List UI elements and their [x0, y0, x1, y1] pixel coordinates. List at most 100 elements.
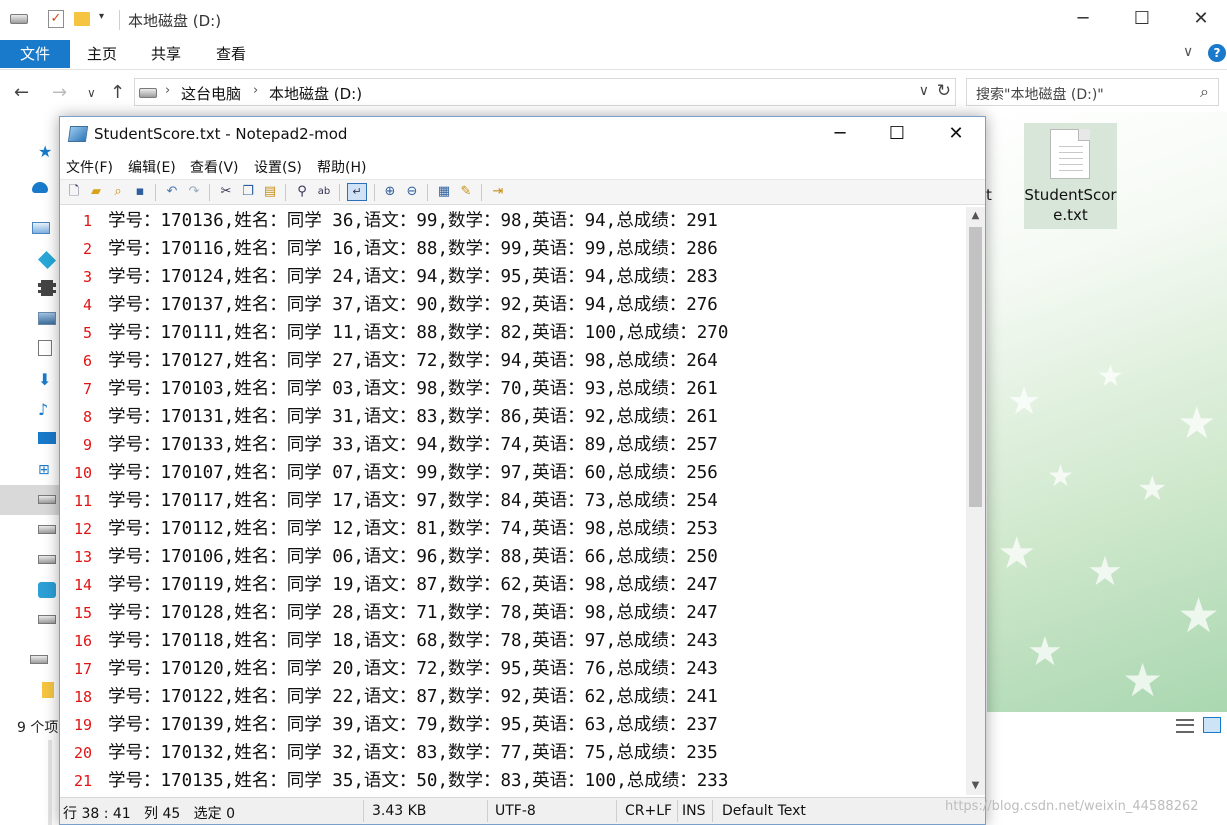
- breadcrumb-this-pc[interactable]: 这台电脑: [181, 83, 241, 104]
- close-button[interactable]: ✕: [927, 117, 985, 151]
- customize-quick-access-icon[interactable]: ▾: [99, 11, 104, 22]
- drive-icon[interactable]: [38, 615, 56, 624]
- text-line[interactable]: 学号：170132,姓名：同学 32,语文：83,数学：77,英语：75,总成绩…: [108, 739, 718, 767]
- refresh-icon[interactable]: ↻: [937, 81, 951, 101]
- notepad-app-icon[interactable]: [67, 126, 89, 142]
- zoom-out-icon[interactable]: ⊖: [404, 184, 420, 200]
- search-input[interactable]: 搜索"本地磁盘 (D:)": [976, 84, 1104, 104]
- music-icon[interactable]: ♪: [38, 400, 56, 419]
- text-line[interactable]: 学号：170136,姓名：同学 36,语文：99,数学：98,英语：94,总成绩…: [108, 207, 718, 235]
- copy-icon[interactable]: ❐: [240, 184, 256, 200]
- encoding[interactable]: UTF-8: [495, 803, 536, 819]
- zoom-in-icon[interactable]: ⊕: [382, 184, 398, 200]
- pictures-icon[interactable]: [38, 312, 56, 325]
- new-folder-icon[interactable]: [74, 12, 90, 26]
- address-dropdown-icon[interactable]: ∨: [919, 83, 929, 99]
- text-line[interactable]: 学号：170112,姓名：同学 12,语文：81,数学：74,英语：98,总成绩…: [108, 515, 718, 543]
- find-icon[interactable]: ⚲: [294, 184, 310, 200]
- text-line[interactable]: 学号：170116,姓名：同学 16,语文：88,数学：99,英语：99,总成绩…: [108, 235, 718, 263]
- videos-icon[interactable]: [38, 280, 56, 296]
- menu-file[interactable]: 文件(F): [66, 157, 113, 177]
- back-icon[interactable]: ←: [14, 82, 29, 103]
- breadcrumb-drive[interactable]: 本地磁盘 (D:): [269, 83, 362, 104]
- text-line[interactable]: 学号：170139,姓名：同学 39,语文：79,数学：95,英语：63,总成绩…: [108, 711, 718, 739]
- quick-access-star-icon[interactable]: ★: [38, 142, 56, 161]
- open-file-icon[interactable]: ▰: [88, 184, 104, 200]
- scroll-up-icon[interactable]: ▲: [966, 207, 985, 225]
- file-item-studentscore[interactable]: StudentScore.txt: [1024, 123, 1117, 229]
- text-line[interactable]: 学号：170106,姓名：同学 06,语文：96,数学：88,英语：66,总成绩…: [108, 543, 718, 571]
- syntax-scheme[interactable]: Default Text: [722, 803, 806, 819]
- text-line[interactable]: 学号：170118,姓名：同学 18,语文：68,数学：78,英语：97,总成绩…: [108, 627, 718, 655]
- scroll-down-icon[interactable]: ▼: [966, 777, 985, 795]
- line-endings[interactable]: CR+LF: [625, 803, 672, 819]
- address-bar[interactable]: › 这台电脑 › 本地磁盘 (D:) ∨ ↻: [134, 78, 956, 106]
- text-line[interactable]: 学号：170120,姓名：同学 20,语文：72,数学：95,英语：76,总成绩…: [108, 655, 718, 683]
- text-line[interactable]: 学号：170107,姓名：同学 07,语文：99,数学：97,英语：60,总成绩…: [108, 459, 718, 487]
- minimize-button[interactable]: ─: [1053, 0, 1113, 38]
- text-line[interactable]: 学号：170111,姓名：同学 11,语文：88,数学：82,英语：100,总成…: [108, 319, 728, 347]
- drive-icon[interactable]: [38, 525, 56, 534]
- up-icon[interactable]: ↑: [110, 82, 125, 103]
- drive-icon[interactable]: [38, 555, 56, 564]
- text-line[interactable]: 学号：170127,姓名：同学 27,语文：72,数学：94,英语：98,总成绩…: [108, 347, 718, 375]
- help-icon[interactable]: ?: [1208, 44, 1226, 62]
- menu-help[interactable]: 帮助(H): [317, 157, 366, 177]
- exit-icon[interactable]: ⇥: [490, 184, 506, 200]
- scheme-icon[interactable]: ▦: [436, 184, 452, 200]
- tab-share[interactable]: 共享: [151, 40, 181, 68]
- notepad-titlebar[interactable]: StudentScore.txt - Notepad2-mod ─ ☐ ✕: [60, 117, 985, 151]
- this-pc-icon[interactable]: [32, 222, 50, 234]
- drive-icon[interactable]: [38, 495, 56, 504]
- cut-icon[interactable]: ✂: [218, 184, 234, 200]
- details-view-icon[interactable]: [1176, 719, 1194, 733]
- text-line[interactable]: 学号：170135,姓名：同学 35,语文：50,数学：83,英语：100,总成…: [108, 767, 728, 795]
- text-line[interactable]: 学号：170103,姓名：同学 03,语文：98,数学：70,英语：93,总成绩…: [108, 375, 718, 403]
- text-line[interactable]: 学号：170124,姓名：同学 24,语文：94,数学：95,英语：94,总成绩…: [108, 263, 718, 291]
- text-line[interactable]: 学号：170117,姓名：同学 17,语文：97,数学：84,英语：73,总成绩…: [108, 487, 718, 515]
- desktop-icon[interactable]: [38, 432, 56, 444]
- tab-file[interactable]: 文件: [0, 40, 70, 68]
- insert-mode[interactable]: INS: [682, 803, 706, 819]
- customize-schemes-icon[interactable]: ✎: [458, 184, 474, 200]
- breadcrumb-chevron-icon[interactable]: ›: [253, 83, 258, 98]
- text-editor[interactable]: 1 2 3 4 5 6 7 8 9 10 11 12 13 14 15 16 17 18 19 20 21 学号：170…: [60, 207, 966, 795]
- replace-icon[interactable]: ab: [316, 184, 332, 200]
- vertical-scrollbar[interactable]: ▲ ▼: [966, 207, 985, 795]
- recent-locations-icon[interactable]: ∨: [87, 86, 96, 100]
- text-line[interactable]: 学号：170119,姓名：同学 19,语文：87,数学：62,英语：98,总成绩…: [108, 571, 718, 599]
- 3d-objects-icon[interactable]: [37, 250, 57, 270]
- minimize-button[interactable]: ─: [811, 117, 869, 151]
- large-icons-view-icon[interactable]: [1203, 717, 1221, 733]
- scrollbar-thumb[interactable]: [969, 227, 982, 507]
- menu-view[interactable]: 查看(V): [190, 157, 239, 177]
- tab-home[interactable]: 主页: [87, 40, 117, 68]
- breadcrumb-chevron-icon[interactable]: ›: [165, 83, 170, 98]
- properties-icon[interactable]: ✓: [48, 10, 64, 28]
- text-line[interactable]: 学号：170131,姓名：同学 31,语文：83,数学：86,英语：92,总成绩…: [108, 403, 718, 431]
- dvd-drive-icon[interactable]: [38, 582, 56, 598]
- menu-settings[interactable]: 设置(S): [254, 157, 302, 177]
- network-drive-icon[interactable]: [30, 655, 48, 664]
- tab-view[interactable]: 查看: [216, 40, 246, 68]
- search-box[interactable]: 搜索"本地磁盘 (D:)" ⌕: [966, 78, 1219, 106]
- onedrive-cloud-icon[interactable]: [32, 182, 48, 193]
- new-file-icon[interactable]: 🗋: [66, 184, 82, 200]
- maximize-button[interactable]: ☐: [1112, 0, 1172, 38]
- text-line[interactable]: 学号：170128,姓名：同学 28,语文：71,数学：78,英语：98,总成绩…: [108, 599, 718, 627]
- browse-icon[interactable]: ⌕: [110, 184, 126, 200]
- paste-icon[interactable]: ▤: [262, 184, 278, 200]
- menu-edit[interactable]: 编辑(E): [128, 157, 176, 177]
- folder-icon[interactable]: [42, 682, 54, 698]
- undo-icon[interactable]: ↶: [164, 184, 180, 200]
- search-icon[interactable]: ⌕: [1200, 82, 1209, 102]
- forward-icon[interactable]: →: [52, 82, 67, 103]
- redo-icon[interactable]: ↷: [186, 184, 202, 200]
- downloads-icon[interactable]: ⬇: [38, 370, 56, 389]
- text-line[interactable]: 学号：170122,姓名：同学 22,语文：87,数学：92,英语：62,总成绩…: [108, 683, 718, 711]
- word-wrap-icon[interactable]: ↵: [347, 183, 367, 201]
- windows-drive-icon[interactable]: ⊞: [38, 462, 56, 478]
- expand-ribbon-icon[interactable]: ∨: [1183, 44, 1193, 60]
- text-line[interactable]: 学号：170133,姓名：同学 33,语文：94,数学：74,英语：89,总成绩…: [108, 431, 718, 459]
- documents-icon[interactable]: [38, 340, 52, 356]
